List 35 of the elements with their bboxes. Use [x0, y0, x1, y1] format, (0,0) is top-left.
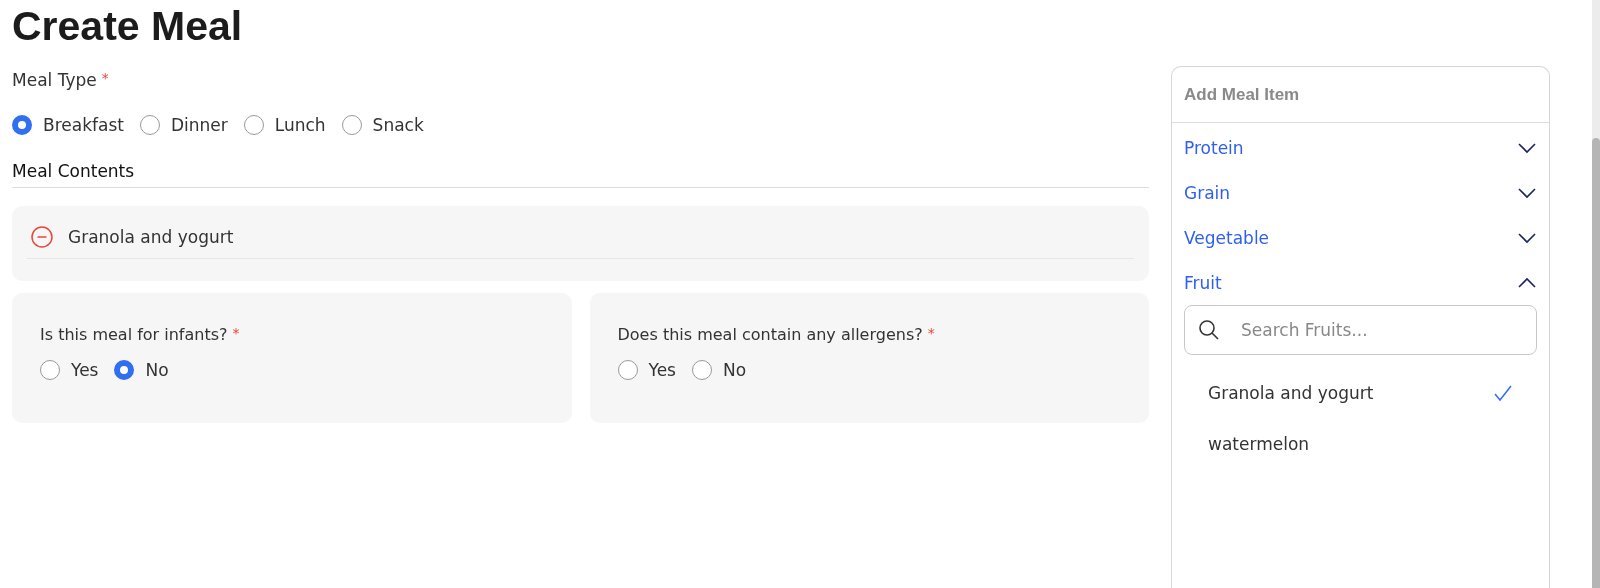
radio-label[interactable]: Dinner — [170, 115, 228, 135]
radio-button[interactable] — [114, 360, 135, 380]
required-mark: * — [232, 325, 240, 341]
radio-label[interactable]: Snack — [372, 115, 424, 135]
scrollbar-thumb[interactable] — [1592, 138, 1600, 588]
radio-label[interactable]: Yes — [648, 360, 676, 380]
category-header[interactable]: Vegetable — [1184, 215, 1537, 260]
radio-label[interactable]: No — [722, 360, 747, 380]
option-item[interactable]: watermelon — [1208, 418, 1513, 469]
category-header[interactable]: Protein — [1184, 125, 1537, 170]
radio-button[interactable] — [243, 115, 264, 135]
category-header[interactable]: Grain — [1184, 170, 1537, 215]
panel-title: Add Meal Item — [1172, 67, 1549, 123]
radio-label[interactable]: Breakfast — [43, 115, 124, 135]
radio-button[interactable] — [12, 115, 32, 135]
radio-button[interactable] — [40, 360, 60, 380]
section-heading: Meal Contents — [12, 161, 1149, 188]
radio-label[interactable]: No — [145, 360, 169, 380]
radio-button[interactable] — [341, 115, 362, 135]
option-item[interactable]: Granola and yogurt — [1208, 367, 1513, 418]
remove-icon[interactable] — [31, 226, 53, 248]
required-mark: * — [927, 325, 935, 341]
field-label: Is this meal for infants? — [40, 325, 228, 344]
radio-button[interactable] — [617, 360, 638, 380]
search-field[interactable]: Search Fruits... — [1184, 305, 1537, 355]
radio-label[interactable]: Lunch — [274, 115, 326, 135]
required-mark: * — [101, 70, 109, 86]
field-label: Meal Type — [12, 70, 97, 90]
page-title: Create Meal — [12, 2, 244, 50]
radio-button[interactable] — [691, 360, 712, 380]
radio-label[interactable]: Yes — [71, 360, 99, 380]
field-label: Does this meal contain any allergens? — [617, 325, 923, 344]
radio-button[interactable] — [139, 115, 160, 135]
category-header[interactable]: Fruit — [1184, 260, 1537, 305]
item-name: Granola and yogurt — [68, 227, 234, 247]
